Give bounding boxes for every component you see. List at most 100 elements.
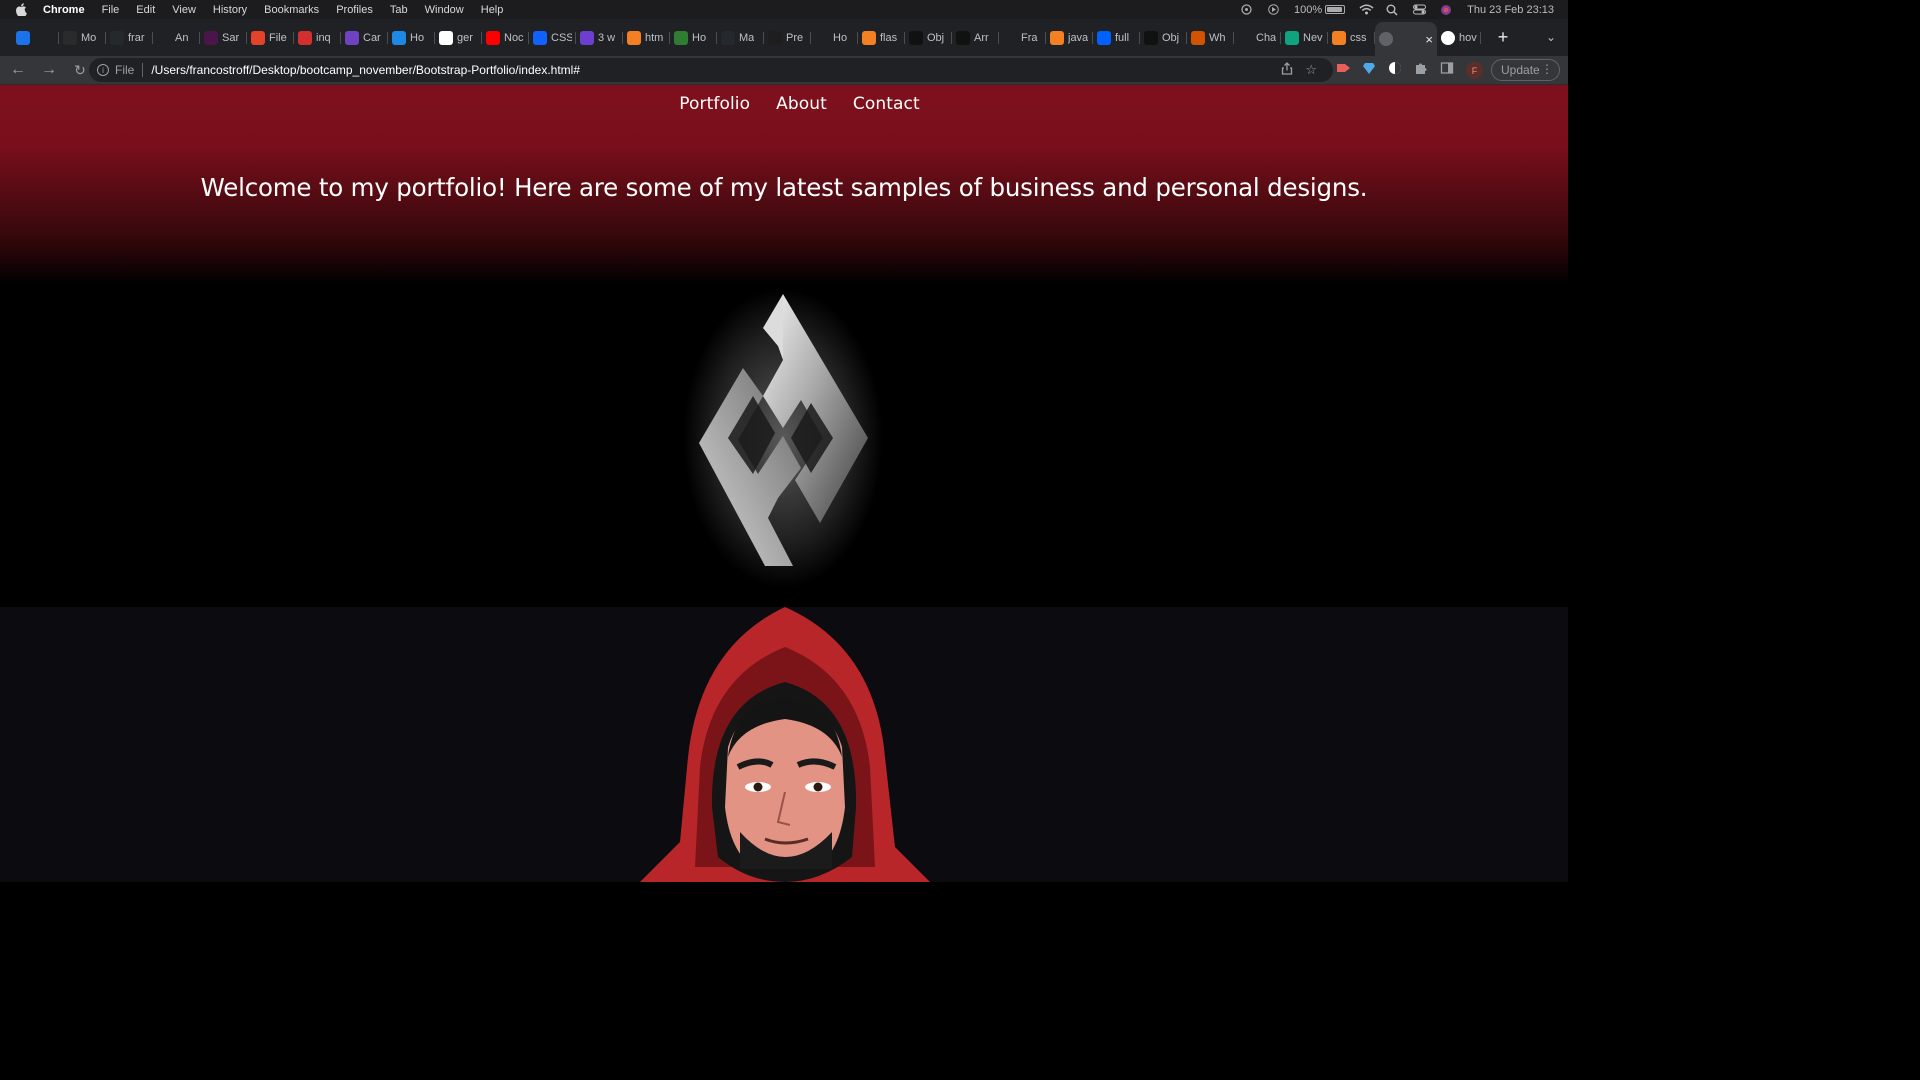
nav-link-contact[interactable]: Contact [853,94,920,114]
mdn-icon [909,30,923,45]
browser-tab[interactable]: Arr [952,23,999,53]
menu-view[interactable]: View [172,4,196,16]
nav-link-portfolio[interactable]: Portfolio [679,94,750,114]
mdn-icon [956,30,970,45]
wifi-icon[interactable] [1359,4,1374,15]
tab-title: Pre [786,31,804,44]
hero-section: Portfolio About Contact Welcome to my po… [0,85,1568,280]
tab-title: Car [363,31,381,44]
more-menu-icon[interactable]: ⋮ [1541,62,1553,76]
a-icon [580,30,594,45]
browser-tab[interactable]: Ho [811,23,858,53]
tab-title: Arr [974,31,989,44]
side-panel-icon[interactable] [1440,61,1454,75]
menu-file[interactable]: File [102,4,120,16]
tab-title: Obj [1162,31,1180,44]
new-tab-button[interactable]: + [1493,27,1513,48]
menu-bookmarks[interactable]: Bookmarks [264,4,319,16]
browser-tab[interactable]: inq [294,23,341,53]
bookmark-star-icon[interactable]: ☆ [1305,62,1317,78]
forward-arrow-icon[interactable]: → [36,62,62,78]
menu-profiles[interactable]: Profiles [336,4,373,16]
menu-window[interactable]: Window [425,4,464,16]
tab-title: Noc [504,31,524,44]
browser-tab-active[interactable]: × [1375,22,1437,56]
browser-tab[interactable]: Car [341,23,388,53]
update-button[interactable]: Update ⋮ [1491,59,1560,81]
blank-icon [815,30,829,45]
browser-tab[interactable]: hov [1437,23,1481,53]
siri-icon[interactable] [1440,4,1453,15]
spotlight-search-icon[interactable] [1386,4,1399,16]
browser-tab[interactable]: Mo [59,23,106,53]
mdn-icon [1144,30,1158,45]
browser-tab[interactable]: Ma [717,23,764,53]
browser-tab[interactable]: Cha [1234,23,1281,53]
extensions-puzzle-icon[interactable] [1414,61,1428,75]
openai-icon [157,30,171,45]
tab-title: css [1350,31,1367,44]
browser-tab[interactable]: htm [623,23,670,53]
browser-tab[interactable]: flas [858,23,905,53]
tab-title: CSS [551,31,572,44]
browser-tab[interactable]: css [1328,23,1375,53]
stackoverflow-icon [627,30,641,45]
menu-history[interactable]: History [213,4,247,16]
browser-tab[interactable] [12,23,59,53]
profile-avatar[interactable]: F [1466,62,1483,79]
tab-title: inq [316,31,331,44]
tab-strip: Mo frar An Sar File inq Car Ho ger Noc CSS 3 w htm Ho… [0,19,1568,56]
browser-tab[interactable]: 3 w [576,23,623,53]
url-text[interactable]: /Users/francostroff/Desktop/bootcamp_nov… [151,63,580,77]
browser-tab[interactable]: Sar [200,23,247,53]
browser-tab[interactable]: Wh [1187,23,1234,53]
share-icon[interactable] [1281,62,1293,78]
tab-title: Ho [692,31,707,44]
tab-title: Ho [833,31,848,44]
tab-title: full [1115,31,1130,44]
browser-tab[interactable]: java [1046,23,1093,53]
battery-status[interactable]: 100% [1294,4,1346,16]
apple-icon[interactable] [14,3,28,17]
browser-tab[interactable]: An [153,23,200,53]
menu-tab[interactable]: Tab [390,4,408,16]
browser-tab[interactable]: Ho [388,23,435,53]
creative-cloud-icon[interactable] [1240,4,1253,15]
browser-tab[interactable]: frar [106,23,153,53]
browser-icon [392,30,406,45]
close-tab-icon[interactable]: × [1425,32,1433,47]
clock[interactable]: Thu 23 Feb 23:13 [1467,4,1554,16]
browser-tab[interactable]: Obj [1140,23,1187,53]
site-info-icon[interactable]: i [97,64,109,76]
extension-dark-mode-icon[interactable] [1388,61,1402,75]
browser-tab[interactable]: Obj [905,23,952,53]
browser-tab[interactable]: ger [435,23,482,53]
browser-tab[interactable]: full [1093,23,1140,53]
address-bar[interactable]: i File /Users/francostroff/Desktop/bootc… [89,58,1333,82]
browser-tab[interactable]: Noc [482,23,529,53]
tab-title: frar [128,31,145,44]
play-icon[interactable] [1267,4,1280,15]
control-center-icon[interactable] [1413,4,1427,15]
browser-tab[interactable]: Ho [670,23,717,53]
browser-tab[interactable]: File [247,23,294,53]
browser-tab[interactable]: Fra [999,23,1046,53]
menu-edit[interactable]: Edit [136,4,155,16]
tab-title: Sar [222,31,240,44]
github-icon [110,30,124,45]
extension-record-icon[interactable] [1336,61,1350,75]
browser-tab[interactable]: CSS [529,23,576,53]
nav-link-about[interactable]: About [776,94,827,114]
browser-tab[interactable]: Nev [1281,23,1328,53]
wix-icon [63,30,77,45]
extension-gem-icon[interactable] [1362,61,1376,75]
extensions-area [1336,61,1454,75]
back-arrow-icon[interactable]: ← [5,62,31,78]
tab-title: Mo [81,31,97,44]
browser-tab[interactable]: Pre [764,23,811,53]
tab-search-chevron-icon[interactable]: ⌄ [1546,30,1556,44]
menu-app-name[interactable]: Chrome [43,4,85,16]
menu-help[interactable]: Help [481,4,504,16]
hooded-portrait-illustration [640,607,930,882]
tab-title: htm [645,31,664,44]
